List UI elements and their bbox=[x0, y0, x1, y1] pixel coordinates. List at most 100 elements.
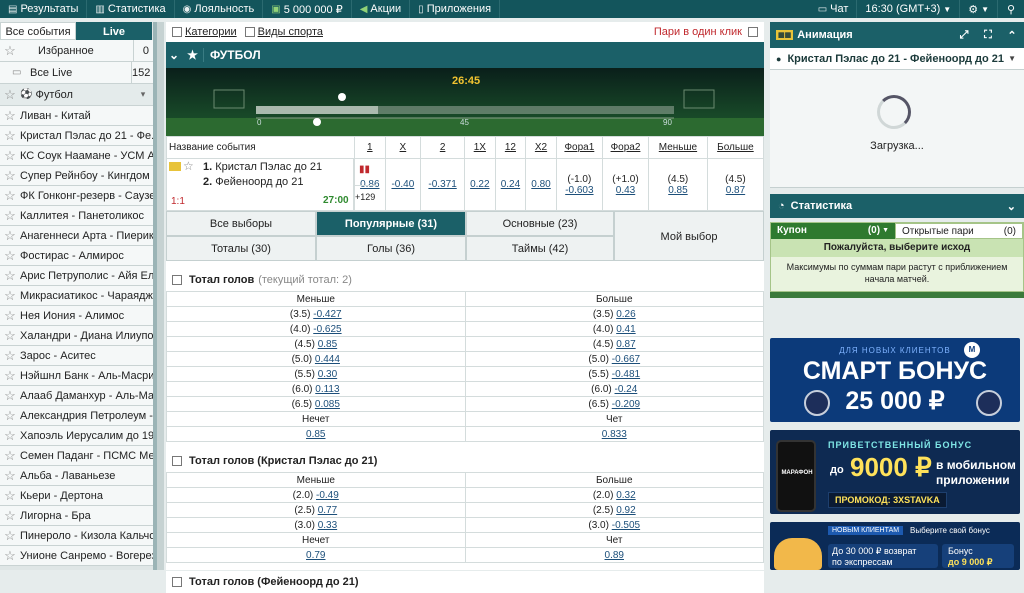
team1-name[interactable]: Кристал Пэлас до 21 bbox=[215, 161, 322, 173]
star-icon[interactable]: ☆ bbox=[0, 228, 20, 244]
live-match-item[interactable]: ☆ КС Соук Наамане - УСМ А... bbox=[0, 146, 153, 166]
odd-link[interactable]: 0.833 bbox=[602, 429, 627, 440]
odd-link[interactable]: -0.505 bbox=[612, 520, 640, 531]
match-select[interactable]: ● Кристал Пэлас до 21 - Фейеноорд до 21 … bbox=[770, 48, 1024, 70]
live-match-item[interactable]: ☆ Супер Рейнбоу - Кингдом ... bbox=[0, 166, 153, 186]
more-markets-link[interactable]: +129 bbox=[355, 192, 375, 202]
odd-fora2[interactable]: 0.43 bbox=[616, 185, 635, 196]
star-icon[interactable]: ☆ bbox=[0, 148, 20, 164]
odd-link[interactable]: -0.481 bbox=[612, 369, 640, 380]
expand-icon[interactable]: ⤢ bbox=[952, 29, 976, 42]
odd-link[interactable]: 0.444 bbox=[315, 354, 340, 365]
fullscreen-icon[interactable]: ⛶ bbox=[976, 29, 1000, 42]
live-match-item[interactable]: ☆ Каллитея - Панетоликос bbox=[0, 206, 153, 226]
live-match-item[interactable]: ☆ Нея Иония - Алимос bbox=[0, 306, 153, 326]
star-icon[interactable]: ☆ bbox=[0, 488, 20, 504]
live-match-item[interactable]: ☆ Кьери - Дертона bbox=[0, 486, 153, 506]
odd-link[interactable]: -0.625 bbox=[313, 324, 341, 335]
live-match-item[interactable]: ☆ Кристал Пэлас до 21 - Фе... bbox=[0, 126, 153, 146]
live-match-item[interactable]: ☆ Лигорна - Бра bbox=[0, 506, 153, 526]
star-icon[interactable]: ★ bbox=[182, 48, 204, 62]
tab-goals[interactable]: Голы (36) bbox=[316, 236, 466, 261]
odd-over[interactable]: 0.87 bbox=[726, 185, 745, 196]
statistics-header[interactable]: ◔ Статистика ⌄ bbox=[770, 194, 1024, 218]
live-match-item[interactable]: ☆ Унионе Санремо - Вогерезе bbox=[0, 546, 153, 566]
tab-halves[interactable]: Таймы (42) bbox=[466, 236, 614, 261]
tab-totals[interactable]: Тоталы (30) bbox=[166, 236, 316, 261]
favorites-item[interactable]: ☆ Избранное 0 bbox=[0, 39, 153, 62]
odd-link[interactable]: -0.209 bbox=[612, 399, 640, 410]
odd-link[interactable]: 0.26 bbox=[616, 309, 635, 320]
categories-link[interactable]: Категории bbox=[185, 26, 237, 38]
live-match-item[interactable]: ☆ Пинероло - Кизола Кальчо bbox=[0, 526, 153, 546]
star-icon[interactable]: ☆ bbox=[0, 428, 20, 444]
coupon-tab[interactable]: Купон (0) ▼ bbox=[771, 223, 895, 239]
amount-link[interactable]: ▣ 5 000 000 ₽ bbox=[263, 0, 352, 18]
star-icon[interactable]: ☆ bbox=[0, 348, 20, 364]
loyalty-link[interactable]: ◉ Лояльность bbox=[175, 0, 264, 18]
odd-link[interactable]: -0.49 bbox=[316, 490, 339, 501]
results-link[interactable]: ▤ Результаты bbox=[0, 0, 88, 18]
star-icon[interactable]: ☆ bbox=[0, 548, 20, 564]
star-icon[interactable]: ☆ bbox=[0, 528, 20, 544]
live-match-item[interactable]: ☆ Халандри - Диана Илиуполи bbox=[0, 326, 153, 346]
star-icon[interactable]: ☆ bbox=[0, 43, 20, 59]
banner-welcome-bonus[interactable]: МАРАФОН ПРИВЕТСТВЕННЫЙ БОНУС до 9000 ₽ в… bbox=[770, 430, 1020, 514]
star-icon[interactable]: ☆ bbox=[0, 368, 20, 384]
team2-name[interactable]: Фейеноорд до 21 bbox=[215, 176, 303, 188]
odd-fora1[interactable]: -0.603 bbox=[565, 185, 593, 196]
star-icon[interactable]: ☆ bbox=[0, 168, 20, 184]
odd-link[interactable]: -0.427 bbox=[313, 309, 341, 320]
sport-football-item[interactable]: ☆ ⚽ Футбол ▾ bbox=[0, 84, 153, 106]
live-match-item[interactable]: ☆ Нэйшнл Банк - Аль-Масри bbox=[0, 366, 153, 386]
market-checkbox[interactable] bbox=[172, 275, 182, 285]
odd-link[interactable]: 0.79 bbox=[306, 550, 325, 561]
odd-link[interactable]: 0.30 bbox=[318, 369, 337, 380]
live-match-item[interactable]: ☆ Арис Петруполис - Айя Ел... bbox=[0, 266, 153, 286]
tab-popular[interactable]: Популярные (31) bbox=[316, 211, 466, 236]
odd-x[interactable]: -0.40 bbox=[391, 179, 414, 190]
one-click-checkbox[interactable] bbox=[748, 27, 758, 37]
star-icon[interactable]: ☆ bbox=[0, 388, 20, 404]
odd-link[interactable]: -0.667 bbox=[612, 354, 640, 365]
star-icon[interactable]: ☆ bbox=[0, 508, 20, 524]
apps-link[interactable]: ▯ Приложения bbox=[410, 0, 501, 18]
collapse-icon[interactable]: ⌄ bbox=[166, 48, 182, 62]
star-icon[interactable]: ☆ bbox=[0, 448, 20, 464]
search-button[interactable]: ⚲ bbox=[998, 0, 1024, 18]
star-icon[interactable]: ☆ bbox=[0, 408, 20, 424]
animation-icon[interactable] bbox=[169, 162, 181, 171]
odd-link[interactable]: 0.87 bbox=[616, 339, 635, 350]
odd-link[interactable]: 0.92 bbox=[616, 505, 635, 516]
star-icon[interactable]: ☆ bbox=[0, 108, 20, 124]
live-match-item[interactable]: ☆ Фостирас - Алмирос bbox=[0, 246, 153, 266]
live-match-item[interactable]: ☆ ФК Гонконг-резерв - Саузе... bbox=[0, 186, 153, 206]
banner-choose-bonus[interactable]: НОВЫМ КЛИЕНТАМ Выберите свой бонус До 30… bbox=[770, 522, 1020, 570]
live-match-item[interactable]: ☆ Микрасиатикос - Чараядж... bbox=[0, 286, 153, 306]
star-icon[interactable]: ☆ bbox=[0, 328, 20, 344]
sports-checkbox[interactable] bbox=[244, 27, 255, 37]
timezone-select[interactable]: 16:30 (GMT+3) ▼ bbox=[857, 0, 961, 18]
stats-link[interactable]: ▥ Статистика bbox=[87, 0, 175, 18]
odd-link[interactable]: 0.85 bbox=[306, 429, 325, 440]
odd-link[interactable]: 0.33 bbox=[318, 520, 337, 531]
all-live-item[interactable]: ▭ Все Live 152 bbox=[0, 61, 153, 84]
banner-smart-bonus[interactable]: ДЛЯ НОВЫХ КЛИЕНТОВ M СМАРТ БОНУС 25 000 … bbox=[770, 338, 1020, 422]
tab-all-selections[interactable]: Все выборы bbox=[166, 211, 316, 236]
live-match-item[interactable]: ☆ Хапоэль Иерусалим до 19... bbox=[0, 426, 153, 446]
odd-2[interactable]: -0.371 bbox=[428, 179, 456, 190]
odd-x2[interactable]: 0.80 bbox=[531, 179, 550, 190]
tab-my-choice[interactable]: Мой выбор bbox=[614, 211, 764, 261]
odd-12[interactable]: 0.24 bbox=[501, 179, 520, 190]
odd-1x[interactable]: 0.22 bbox=[470, 179, 489, 190]
live-match-item[interactable]: ☆ Зарос - Аситес bbox=[0, 346, 153, 366]
star-icon[interactable]: ☆ bbox=[0, 128, 20, 144]
categories-checkbox[interactable] bbox=[172, 27, 182, 37]
market-checkbox[interactable] bbox=[172, 577, 182, 587]
odd-link[interactable]: 0.89 bbox=[605, 550, 624, 561]
odd-under[interactable]: 0.85 bbox=[668, 185, 687, 196]
tab-main[interactable]: Основные (23) bbox=[466, 211, 614, 236]
odd-link[interactable]: 0.085 bbox=[315, 399, 340, 410]
odd-link[interactable]: 0.41 bbox=[616, 324, 635, 335]
chevron-down-icon[interactable]: ▾ bbox=[133, 89, 153, 100]
